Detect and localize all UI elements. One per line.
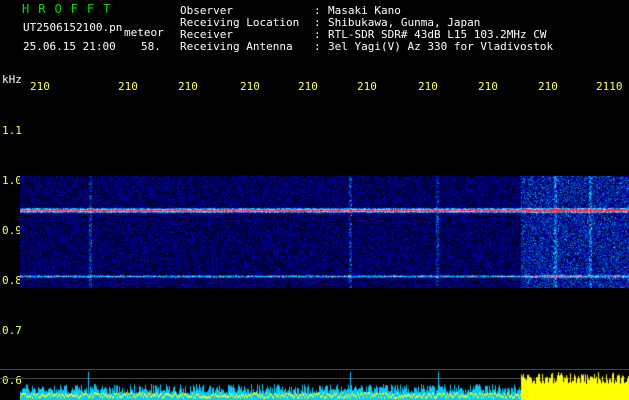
x-tick-label: 2110 xyxy=(596,80,623,93)
x-tick-label: 210 xyxy=(240,80,260,93)
info-label-antenna: Receiving Antenna xyxy=(180,40,293,53)
x-tick-label: 210 xyxy=(538,80,558,93)
y-tick-label: 0.8 xyxy=(2,274,22,287)
info-colon: : xyxy=(314,28,321,41)
y-tick-label: 0.9 xyxy=(2,224,22,237)
info-label-observer: Observer xyxy=(180,4,233,17)
info-value-receiver: RTL-SDR SDR# 43dB L15 103.2MHz CW xyxy=(328,28,547,41)
datetime-label: 25.06.15 21:00 xyxy=(23,40,116,53)
y-tick-label: 1.1 xyxy=(2,124,22,137)
x-tick-label: 210 xyxy=(418,80,438,93)
info-colon: : xyxy=(314,4,321,17)
app-title: HROFFT xyxy=(22,2,120,16)
filename-label: UT2506152100.pn xyxy=(23,21,123,34)
info-value-antenna: 3el Yagi(V) Az 330 for Vladivostok xyxy=(328,40,554,53)
info-colon: : xyxy=(314,40,321,53)
info-label-receiver: Receiver xyxy=(180,28,233,41)
x-tick-label: 210 xyxy=(478,80,498,93)
meteor-count: 58. xyxy=(141,40,161,53)
x-tick-label: 210 xyxy=(357,80,377,93)
x-tick-label: 210 xyxy=(178,80,198,93)
x-tick-label: 210 xyxy=(118,80,138,93)
axis-unit-label: kHz xyxy=(2,73,22,86)
y-tick-label: 0.6 xyxy=(2,374,22,387)
info-colon: : xyxy=(314,16,321,29)
activity-histogram xyxy=(20,372,629,400)
y-tick-label: 0.7 xyxy=(2,324,22,337)
y-tick-label: 1.0 xyxy=(2,174,22,187)
meteor-label: meteor xyxy=(124,26,164,39)
info-value-observer: Masaki Kano xyxy=(328,4,401,17)
x-tick-label: 210 xyxy=(298,80,318,93)
divider-line xyxy=(0,369,629,370)
x-tick-label: 210 xyxy=(30,80,50,93)
info-value-location: Shibukawa, Gunma, Japan xyxy=(328,16,481,29)
info-label-location: Receiving Location xyxy=(180,16,300,29)
spectrogram-plot xyxy=(20,176,629,288)
